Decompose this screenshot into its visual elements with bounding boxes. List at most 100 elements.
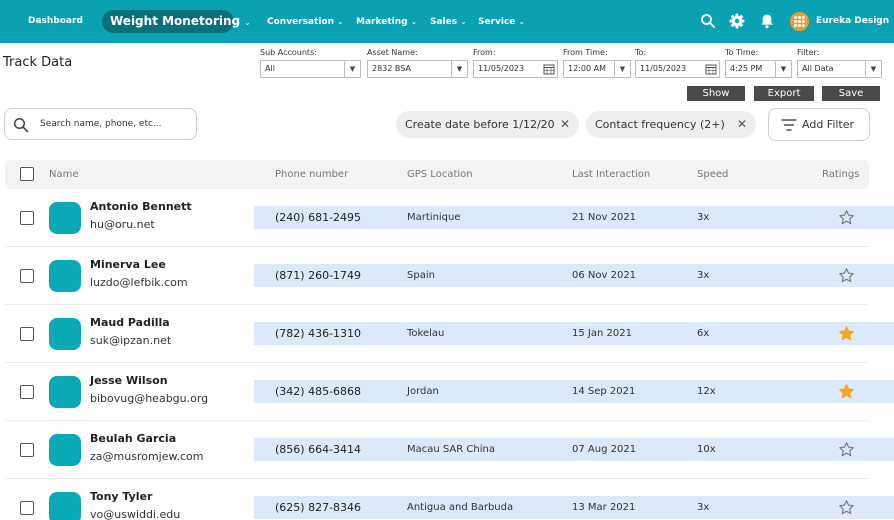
row-checkbox[interactable] [20,211,34,225]
table-row[interactable]: Antonio Bennett hu@oru.net (240) 681-2495 M… [5,189,894,247]
nav-marketing-label: Marketing [356,17,408,27]
nav-service[interactable]: Service ⌄ [478,0,525,43]
contact-email: za@musromjew.com [90,450,204,463]
to-time-filter: To Time: 4:25 PM ▼ [725,48,792,78]
speed-cell: 6x [697,328,710,339]
sub-accounts-filter: Sub Accounts: All ▼ [260,48,361,78]
to-date-filter: To: 11/05/2023 [635,48,720,78]
phone-cell: (856) 664-3414 [275,443,362,456]
select-all-checkbox[interactable] [20,167,34,181]
bell-icon[interactable] [759,13,775,29]
avatar [49,434,81,466]
phone-cell: (625) 827-8346 [275,501,362,514]
table-row[interactable]: Tony Tyler vo@uswiddi.edu (625) 827-8346 An… [5,479,894,520]
contact-email: luzdo@lefbik.com [90,276,188,289]
save-button[interactable]: Save [822,86,880,101]
calendar-icon[interactable] [703,61,719,77]
column-header-last-interaction[interactable]: Last Interaction [572,160,650,189]
contact-name[interactable]: Beulah Garcia [90,432,176,445]
chevron-down-icon: ⌄ [337,17,344,26]
nav-conversation-label: Conversation [267,17,335,27]
chevron-down-icon: ⌄ [518,17,526,26]
row-checkbox[interactable] [20,443,34,457]
filter-chip-create-date: Create date before 1/12/20 ✕ [396,111,579,138]
search-icon [13,117,29,133]
page-title: Track Data [3,55,73,70]
nav-service-label: Service [478,17,516,27]
row-checkbox[interactable] [20,269,34,283]
data-filter-select[interactable]: All Data ▼ [797,60,882,78]
star-icon[interactable] [838,325,855,342]
table-row[interactable]: Beulah Garcia za@musromjew.com (856) 664-3… [5,421,894,479]
export-button[interactable]: Export [754,86,814,101]
avatar [49,492,81,520]
contact-email: bibovug@heabgu.org [90,392,209,405]
sub-accounts-label: Sub Accounts: [260,48,317,57]
star-icon[interactable] [838,209,855,226]
nav-weight-monitoring[interactable]: Weight Monetoring ⌄ [102,10,251,33]
sub-accounts-select[interactable]: All ▼ [260,60,361,78]
nav-marketing[interactable]: Marketing ⌄ [356,0,417,43]
from-date-input[interactable]: 11/05/2023 [473,60,558,78]
to-date-label: To: [635,48,647,57]
gear-icon[interactable] [729,13,745,29]
chevron-down-icon: ⌄ [410,17,418,26]
column-header-name[interactable]: Name [49,160,79,189]
caret-down-icon: ▼ [865,61,881,77]
add-filter-label: Add Filter [802,118,855,131]
table-row[interactable]: Jesse Wilson bibovug@heabgu.org (342) 485-… [5,363,894,421]
asset-name-label: Asset Name: [367,48,418,57]
asset-name-select[interactable]: 2832 BSA ▼ [367,60,468,78]
gps-cell: Macau SAR China [407,444,495,455]
star-icon[interactable] [838,441,855,458]
add-filter-button[interactable]: Add Filter [768,108,870,141]
row-checkbox[interactable] [20,327,34,341]
star-icon[interactable] [838,499,855,516]
contact-email: hu@oru.net [90,218,155,231]
search-input[interactable] [40,116,190,132]
table-row[interactable]: Minerva Lee luzdo@lefbik.com (871) 260-174… [5,247,894,305]
star-icon[interactable] [838,267,855,284]
nav-sales[interactable]: Sales ⌄ [430,0,467,43]
brand-name[interactable]: Eureka Design [816,0,889,43]
top-nav: Dashboard Weight Monetoring ⌄ Conversatio… [0,0,894,43]
from-time-select[interactable]: 12:00 AM ▼ [563,60,631,78]
contact-name[interactable]: Antonio Bennett [90,200,192,213]
search-icon[interactable] [700,13,716,29]
contact-name[interactable]: Maud Padilla [90,316,170,329]
close-icon[interactable]: ✕ [737,111,747,138]
row-checkbox[interactable] [20,385,34,399]
to-date-input[interactable]: 11/05/2023 [635,60,720,78]
gps-cell: Martinique [407,212,461,223]
column-header-speed[interactable]: Speed [697,160,728,189]
caret-down-icon: ▼ [614,61,630,77]
to-time-select[interactable]: 4:25 PM ▼ [725,60,792,78]
table-row[interactable]: Maud Padilla suk@ipzan.net (782) 436-1310 T… [5,305,894,363]
gps-cell: Antigua and Barbuda [407,502,514,513]
from-date-value: 11/05/2023 [478,64,525,73]
contact-email: suk@ipzan.net [90,334,172,347]
gps-cell: Spain [407,270,435,281]
star-icon[interactable] [838,383,855,400]
column-header-phone[interactable]: Phone number [275,160,348,189]
contact-name[interactable]: Minerva Lee [90,258,166,271]
filter-chip-label: Contact frequency (2+) [595,118,725,131]
avatar [49,260,81,292]
close-icon[interactable]: ✕ [560,111,570,138]
contact-name[interactable]: Tony Tyler [90,490,152,503]
calendar-icon[interactable] [541,61,557,77]
column-header-gps[interactable]: GPS Location [407,160,473,189]
show-button[interactable]: Show [687,86,745,101]
to-date-value: 11/05/2023 [640,64,687,73]
nav-dashboard[interactable]: Dashboard [28,0,83,43]
nav-sales-label: Sales [430,17,458,27]
last-interaction-cell: 06 Nov 2021 [572,270,637,281]
column-header-ratings[interactable]: Ratings [822,160,859,189]
row-checkbox[interactable] [20,501,34,515]
contact-name[interactable]: Jesse Wilson [90,374,168,387]
from-time-label: From Time: [563,48,608,57]
last-interaction-cell: 21 Nov 2021 [572,212,637,223]
from-time-value: 12:00 AM [568,64,606,73]
from-date-label: From: [473,48,496,57]
nav-conversation[interactable]: Conversation ⌄ [267,0,344,43]
